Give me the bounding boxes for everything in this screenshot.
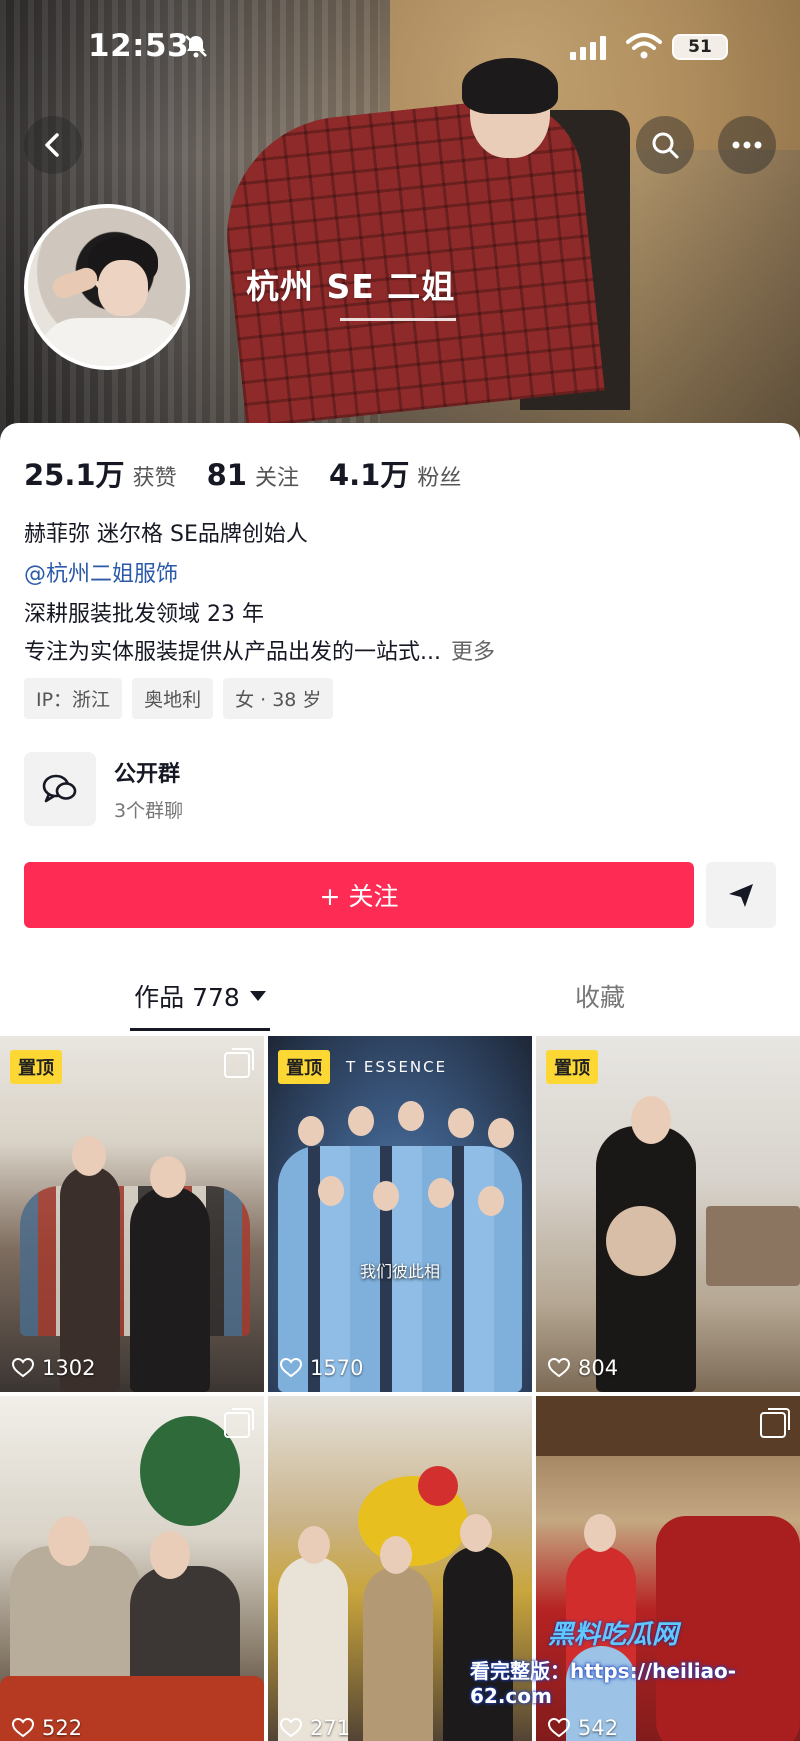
stat-likes[interactable]: 25.1万 获赞	[24, 452, 177, 494]
like-count: 1302	[12, 1356, 95, 1380]
bio-line: 深耕服装批发领域 23 年	[24, 602, 264, 627]
like-count: 1570	[280, 1356, 363, 1380]
multi-image-icon	[224, 1408, 254, 1438]
search-icon	[652, 132, 679, 159]
caret-down-icon	[249, 991, 266, 1001]
signal-icon	[570, 36, 606, 60]
group-icon-box	[24, 752, 96, 826]
stat-followers[interactable]: 4.1万 粉丝	[329, 452, 461, 494]
follow-button[interactable]: + 关注	[24, 862, 694, 928]
status-time: 12:53	[88, 28, 190, 64]
heart-icon	[280, 1718, 302, 1738]
heart-icon	[548, 1358, 570, 1378]
like-count: 542	[548, 1716, 618, 1740]
tab-works[interactable]: 作品 778	[0, 960, 400, 1032]
multi-image-icon	[224, 1048, 254, 1078]
more-dots-icon	[732, 141, 762, 149]
heart-icon	[548, 1718, 570, 1738]
stat-following[interactable]: 81 关注	[207, 458, 299, 492]
video-tile[interactable]: 522	[0, 1396, 264, 1741]
pinned-badge: 置顶	[10, 1050, 62, 1084]
like-count-value: 542	[578, 1716, 619, 1740]
tab-favorites[interactable]: 收藏	[400, 960, 800, 1032]
watermark-brand: 黑料吃瓜网	[548, 1620, 679, 1650]
watermark-text: 看完整版：https://heiliao-62.com	[470, 1659, 737, 1708]
group-subtitle: 3个群聊	[114, 800, 184, 822]
chat-bubbles-icon	[42, 774, 77, 803]
like-count-value: 804	[578, 1356, 619, 1380]
bio-mention-link[interactable]: @杭州二姐服饰	[24, 556, 178, 588]
multi-image-icon	[760, 1408, 790, 1438]
like-count: 271	[280, 1716, 350, 1740]
like-count-value: 271	[310, 1716, 351, 1740]
tile-caption: 我们彼此相	[359, 1262, 440, 1281]
stat-label: 关注	[254, 466, 299, 491]
bio-line: 赫菲弥 迷尔格 SE品牌创始人	[24, 522, 308, 547]
stat-label: 粉丝	[417, 466, 462, 491]
tag-ip-location: IP：浙江	[24, 678, 123, 719]
more-button[interactable]	[718, 116, 776, 174]
bio-more-link[interactable]: 更多	[451, 640, 495, 665]
heart-icon	[12, 1358, 34, 1378]
status-bar: 12:53 51	[0, 0, 800, 96]
tab-works-label: 作品 778	[134, 983, 240, 1012]
video-tile[interactable]: T ESSENCE 我们彼此相 置顶 1570	[268, 1036, 532, 1392]
avatar[interactable]	[24, 204, 190, 370]
tag-school[interactable]: 奥地利	[132, 678, 214, 719]
like-count-value: 522	[42, 1716, 83, 1740]
like-count-value: 1570	[310, 1356, 364, 1380]
profile-tags: IP：浙江 奥地利 女 · 38 岁	[24, 678, 334, 719]
heart-icon	[280, 1358, 302, 1378]
send-arrow-icon	[729, 884, 753, 907]
content-tabs: 作品 778 收藏	[0, 960, 800, 1032]
group-title: 公开群	[114, 762, 181, 787]
stat-value: 81	[206, 458, 247, 492]
tab-active-indicator	[130, 1028, 270, 1031]
like-count: 522	[12, 1716, 82, 1740]
stat-value: 4.1万	[328, 458, 410, 492]
pinned-badge: 置顶	[546, 1050, 598, 1084]
video-grid: 置顶 1302 T ESSENCE 我们彼此相 置顶 1570 置顶 804 5…	[0, 1036, 800, 1741]
profile-name: 杭州 SE 二姐	[246, 267, 456, 306]
battery-indicator: 51	[672, 34, 728, 60]
stat-label: 获赞	[132, 466, 177, 491]
bio-text: 专注为实体服装提供从产品出发的一站式...	[24, 640, 441, 665]
video-tile[interactable]: 置顶 1302	[0, 1036, 264, 1392]
tile-overlay-text: T ESSENCE	[346, 1058, 448, 1076]
bio-line-truncated: 专注为实体服装提供从产品出发的一站式... 更多	[24, 634, 495, 666]
name-underline-decoration	[340, 318, 456, 322]
share-button[interactable]	[706, 862, 776, 928]
stat-value: 25.1万	[24, 458, 125, 492]
search-button[interactable]	[636, 116, 694, 174]
video-tile[interactable]: 置顶 804	[536, 1036, 800, 1392]
like-count: 804	[548, 1356, 618, 1380]
chevron-left-icon	[45, 133, 59, 157]
like-count-value: 1302	[42, 1356, 96, 1380]
pinned-badge: 置顶	[278, 1050, 330, 1084]
bell-off-icon	[185, 35, 207, 58]
tag-gender-age: 女 · 38 岁	[223, 678, 334, 719]
heart-icon	[12, 1718, 34, 1738]
back-button[interactable]	[24, 116, 82, 174]
wifi-icon	[626, 33, 662, 59]
profile-stats: 25.1万 获赞 81 关注 4.1万 粉丝	[24, 452, 461, 494]
